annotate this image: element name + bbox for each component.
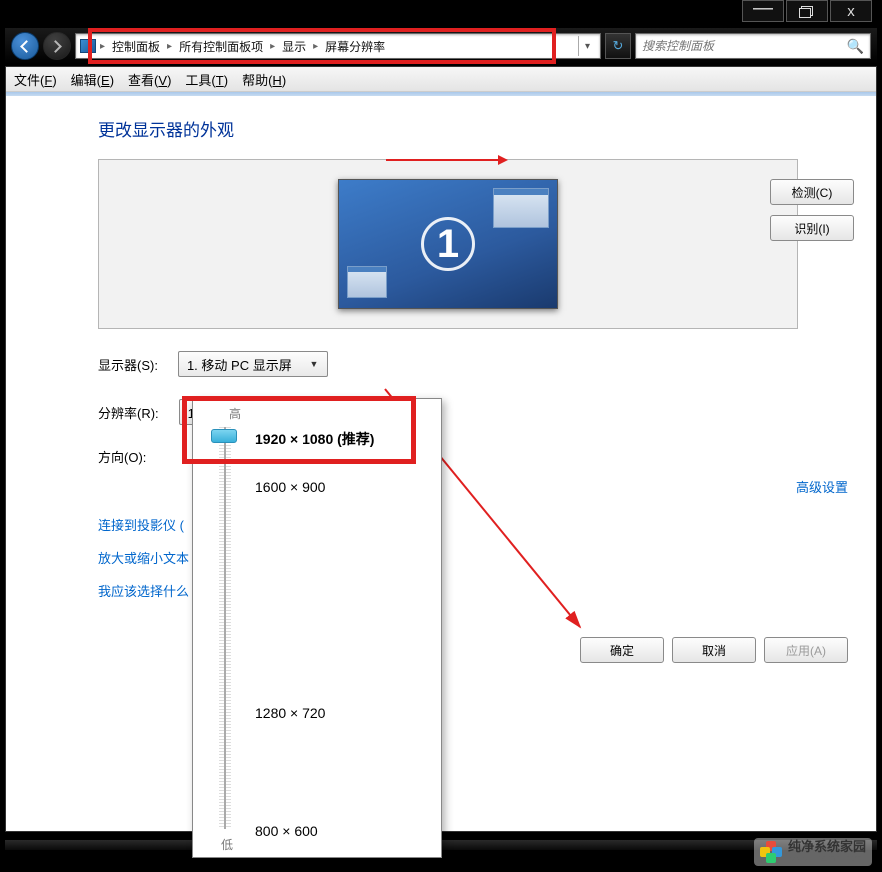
annotation-arrow xyxy=(386,159,506,161)
cancel-button[interactable]: 取消 xyxy=(672,637,756,663)
chevron-down-icon: ▼ xyxy=(305,352,323,376)
display-preview-box: 1 xyxy=(98,159,798,329)
breadcrumb-item[interactable]: 所有控制面板项 xyxy=(176,38,266,55)
nav-bar: ▸ 控制面板 ▸ 所有控制面板项 ▸ 显示 ▸ 屏幕分辨率 ▾ ↻ 🔍 xyxy=(5,28,877,64)
minimize-button[interactable]: — xyxy=(742,0,784,22)
side-buttons: 检测(C) 识别(I) xyxy=(770,179,854,241)
resolution-option[interactable]: 1280 × 720 xyxy=(255,705,325,721)
advanced-settings-link[interactable]: 高级设置 xyxy=(796,477,848,496)
breadcrumb-item[interactable]: 显示 xyxy=(279,38,309,55)
watermark-brand: 纯净系统家园 xyxy=(788,840,866,854)
address-dropdown-icon[interactable]: ▾ xyxy=(578,36,596,56)
monitor-number: 1 xyxy=(421,217,475,271)
chevron-right-icon: ▸ xyxy=(268,41,277,52)
page-title: 更改显示器的外观 xyxy=(98,116,854,141)
menu-file[interactable]: 文件(F) xyxy=(14,70,57,89)
window-icon xyxy=(493,188,549,228)
monitor-preview[interactable]: 1 xyxy=(338,179,558,309)
display-value: 1. 移动 PC 显示屏 xyxy=(187,355,292,374)
slider-high-label: 高 xyxy=(229,405,433,422)
detect-button[interactable]: 检测(C) xyxy=(770,179,854,205)
resolution-option[interactable]: 1920 × 1080 (推荐) xyxy=(255,429,374,449)
help-links: 连接到投影仪 ( 放大或缩小文本 我应该选择什么 xyxy=(98,515,189,600)
menu-view[interactable]: 查看(V) xyxy=(128,70,171,89)
watermark: 纯净系统家园 www.yidaimei.com xyxy=(754,838,872,866)
address-bar[interactable]: ▸ 控制面板 ▸ 所有控制面板项 ▸ 显示 ▸ 屏幕分辨率 ▾ xyxy=(75,33,601,59)
breadcrumb-item[interactable]: 控制面板 xyxy=(109,38,163,55)
search-input[interactable] xyxy=(642,39,847,53)
window-controls: — x xyxy=(742,0,882,28)
display-row: 显示器(S): 1. 移动 PC 显示屏 ▼ xyxy=(98,351,854,377)
menu-tools[interactable]: 工具(T) xyxy=(185,70,228,89)
zoom-text-link[interactable]: 放大或缩小文本 xyxy=(98,548,189,567)
resolution-option[interactable]: 800 × 600 xyxy=(255,823,318,839)
resolution-dropdown: 高 1920 × 1080 (推荐) 1600 × 900 1280 × 720… xyxy=(192,398,442,858)
restore-button[interactable] xyxy=(786,0,828,22)
apply-button[interactable]: 应用(A) xyxy=(764,637,848,663)
menu-help[interactable]: 帮助(H) xyxy=(242,70,286,89)
watermark-text: 纯净系统家园 www.yidaimei.com xyxy=(788,840,866,864)
identify-button[interactable]: 识别(I) xyxy=(770,215,854,241)
chevron-right-icon: ▸ xyxy=(165,41,174,52)
watermark-url: www.yidaimei.com xyxy=(788,854,866,864)
which-choose-link[interactable]: 我应该选择什么 xyxy=(98,581,189,600)
search-box[interactable]: 🔍 xyxy=(635,33,871,59)
refresh-button[interactable]: ↻ xyxy=(605,33,631,59)
menu-edit[interactable]: 编辑(E) xyxy=(71,70,114,89)
search-icon[interactable]: 🔍 xyxy=(847,38,864,55)
back-button[interactable] xyxy=(11,32,39,60)
breadcrumb-item[interactable]: 屏幕分辨率 xyxy=(322,38,388,55)
forward-button[interactable] xyxy=(43,32,71,60)
window-icon xyxy=(347,266,387,298)
resolution-label: 分辨率(R): xyxy=(98,403,159,422)
resolution-option[interactable]: 1600 × 900 xyxy=(255,479,325,495)
resolution-slider[interactable] xyxy=(213,427,237,829)
close-button[interactable]: x xyxy=(830,0,872,22)
chevron-right-icon: ▸ xyxy=(311,41,320,52)
display-label: 显示器(S): xyxy=(98,355,158,374)
slider-low-label: 低 xyxy=(221,836,233,853)
menu-bar: 文件(F) 编辑(E) 查看(V) 工具(T) 帮助(H) xyxy=(6,67,876,92)
orientation-label: 方向(O): xyxy=(98,447,146,466)
projector-link[interactable]: 连接到投影仪 ( xyxy=(98,515,189,534)
control-panel-icon xyxy=(80,39,96,53)
watermark-logo-icon xyxy=(760,841,782,863)
chevron-right-icon: ▸ xyxy=(98,41,107,52)
slider-thumb[interactable] xyxy=(211,429,237,443)
display-combo[interactable]: 1. 移动 PC 显示屏 ▼ xyxy=(178,351,328,377)
